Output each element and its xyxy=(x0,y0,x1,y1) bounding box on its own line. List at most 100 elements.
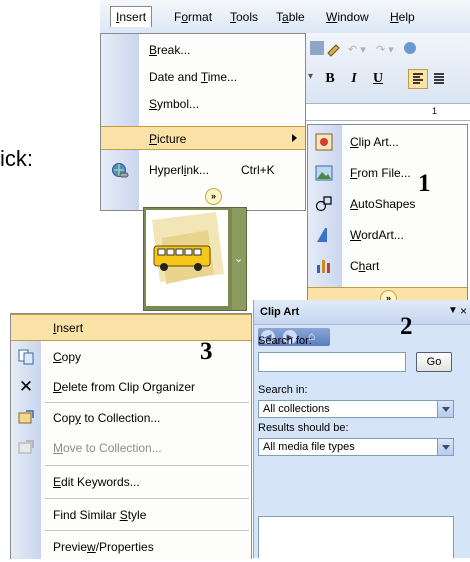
menu-item-label: From File... xyxy=(350,166,411,180)
menu-format[interactable]: Format xyxy=(174,10,212,24)
search-in-select[interactable]: All collections xyxy=(258,400,454,418)
expand-menu-chevron-icon[interactable]: » xyxy=(205,188,222,205)
menu-item-chart[interactable]: Chart xyxy=(308,251,467,281)
copy-icon xyxy=(17,348,35,366)
callout-number-1: 1 xyxy=(418,170,431,197)
menu-item-label: AutoShapes xyxy=(350,197,416,211)
clip-art-thumbnail[interactable]: ⌄ xyxy=(143,207,247,311)
menu-item-label: Copy xyxy=(53,350,82,364)
ruler: 1 xyxy=(304,103,470,121)
menu-item-clip-art[interactable]: Clip Art... xyxy=(308,127,467,157)
callout-number-3: 3 xyxy=(200,338,213,365)
format-painter-icon[interactable] xyxy=(326,41,342,57)
go-button[interactable]: Go xyxy=(416,352,452,372)
menu-item-label: Chart xyxy=(350,259,380,273)
underline-button[interactable]: U xyxy=(368,69,388,89)
chart-icon xyxy=(317,260,330,273)
menu-item-label: Find Similar Style xyxy=(53,508,147,522)
menu-item-picture[interactable]: Picture xyxy=(101,126,305,150)
menu-item-label: Clip Art... xyxy=(350,135,399,149)
menu-separator xyxy=(45,465,249,466)
menu-item-label: Hyperlink... xyxy=(149,163,210,177)
bold-button[interactable]: B xyxy=(320,69,340,89)
menu-item-break[interactable]: Break... xyxy=(101,38,305,62)
school-bus-clipart xyxy=(152,212,224,284)
dropdown-arrow-icon[interactable] xyxy=(437,439,453,455)
results-type-value: All media file types xyxy=(263,441,355,453)
clip-art-task-pane: Clip Art ▼ × ◀ ▶ ⌂ Search for: Go Search… xyxy=(253,300,470,558)
align-left-icon xyxy=(413,73,423,84)
dropdown-arrow-icon[interactable] xyxy=(437,401,453,417)
clip-context-menu: Insert Copy ✕ Delete from Clip Organizer… xyxy=(10,313,252,559)
undo-icon[interactable]: ↶ ▾ xyxy=(348,43,366,56)
search-for-label: Search for: xyxy=(258,335,312,347)
close-icon[interactable]: × xyxy=(460,304,467,318)
formatting-toolbar: ↶ ▾ ↷ ▾ ▾ B I U xyxy=(304,33,470,103)
menu-item-label: Picture xyxy=(149,132,187,146)
menu-tools[interactable]: Tools xyxy=(230,10,258,24)
menu-help[interactable]: Help xyxy=(390,10,415,24)
menu-item-label: Copy to Collection... xyxy=(53,411,161,425)
redo-icon[interactable]: ↷ ▾ xyxy=(376,43,394,56)
menu-table[interactable]: Table xyxy=(276,10,305,24)
hyperlink-icon[interactable] xyxy=(404,42,416,54)
menu-item-copy-to-collection[interactable]: Copy to Collection... xyxy=(11,403,251,433)
menu-item-edit-keywords[interactable]: Edit Keywords... xyxy=(11,467,251,497)
pane-title-bar: Clip Art ▼ × xyxy=(254,300,470,325)
menu-window[interactable]: Window xyxy=(326,10,369,24)
menu-item-delete-from-clip-organizer[interactable]: ✕ Delete from Clip Organizer xyxy=(11,372,251,402)
delete-x-icon: ✕ xyxy=(18,377,34,396)
pane-title: Clip Art xyxy=(260,306,300,318)
hyperlink-globe-icon xyxy=(112,163,129,178)
chevron-down-icon[interactable]: ▾ xyxy=(308,71,313,82)
from-file-icon xyxy=(315,165,333,181)
menu-item-hyperlink[interactable]: Hyperlink... Ctrl+K xyxy=(101,158,305,182)
pane-options-dropdown-icon[interactable]: ▼ xyxy=(448,305,458,316)
menu-item-wordart[interactable]: WordArt... xyxy=(308,220,467,250)
thumbnail-dropdown-button[interactable]: ⌄ xyxy=(232,208,246,310)
menu-separator xyxy=(45,530,249,531)
menu-item-autoshapes[interactable]: AutoShapes xyxy=(308,189,467,219)
menu-item-move-to-collection[interactable]: Move to Collection... xyxy=(11,433,251,463)
menu-item-symbol[interactable]: Symbol... xyxy=(101,92,305,116)
chevron-down-icon: ⌄ xyxy=(234,253,244,265)
menu-item-label: Edit Keywords... xyxy=(53,475,140,489)
menu-item-label: Delete from Clip Organizer xyxy=(53,380,196,394)
menu-item-from-file[interactable]: From File... xyxy=(308,158,467,188)
move-to-collection-icon xyxy=(17,439,35,457)
copy-to-collection-icon xyxy=(17,409,35,427)
menu-item-find-similar-style[interactable]: Find Similar Style xyxy=(11,500,251,530)
shortcut-label: Ctrl+K xyxy=(241,163,275,177)
ruler-mark: 1 xyxy=(432,106,438,116)
search-in-value: All collections xyxy=(263,403,330,415)
menu-item-label: Symbol... xyxy=(149,97,200,111)
menu-item-date-and-time[interactable]: Date and Time... xyxy=(101,65,305,89)
callout-number-2: 2 xyxy=(400,313,413,340)
menu-item-label: Break... xyxy=(149,43,191,57)
menu-item-insert[interactable]: Insert xyxy=(11,314,251,341)
autoshapes-icon xyxy=(315,196,332,212)
instruction-text-fragment: ick: xyxy=(0,146,33,171)
align-center-icon[interactable] xyxy=(432,71,446,90)
menu-item-label: Move to Collection... xyxy=(53,441,162,455)
picture-submenu: Clip Art... From File... AutoShapes Word… xyxy=(307,124,468,309)
search-input[interactable] xyxy=(258,352,406,372)
italic-button[interactable]: I xyxy=(344,69,364,89)
menu-item-label: Date and Time... xyxy=(149,70,238,84)
research-icon[interactable] xyxy=(310,41,324,55)
insert-menu: Break... Date and Time... Symbol... Pict… xyxy=(100,33,306,211)
submenu-arrow-icon xyxy=(292,134,297,142)
menu-item-label: Insert xyxy=(53,321,84,335)
menu-bar: Insert Format Tools Table Window Help xyxy=(100,0,470,34)
menu-separator xyxy=(45,498,249,499)
results-type-select[interactable]: All media file types xyxy=(258,438,454,456)
clip-art-icon xyxy=(315,133,333,151)
menu-item-label: WordArt... xyxy=(350,228,404,242)
menu-item-copy[interactable]: Copy xyxy=(11,342,251,372)
wordart-icon xyxy=(317,228,327,242)
results-list[interactable] xyxy=(258,516,454,558)
thumbnail-image xyxy=(146,210,228,306)
menu-insert[interactable]: Insert xyxy=(110,6,153,27)
results-label: Results should be: xyxy=(258,422,349,434)
align-left-button[interactable] xyxy=(408,69,428,89)
